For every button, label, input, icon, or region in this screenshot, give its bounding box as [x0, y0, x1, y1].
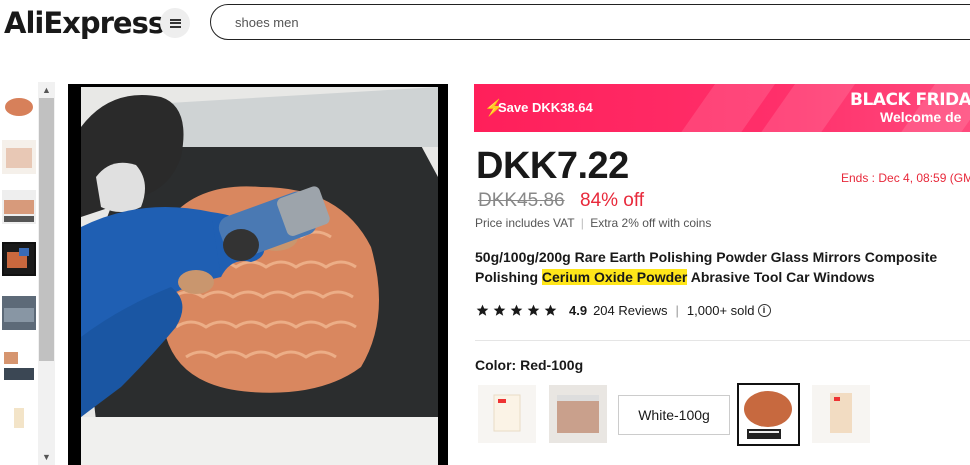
title-highlight: Cerium Oxide Powder	[541, 269, 688, 285]
welcome-deal-label: Welcome de	[880, 109, 962, 125]
promo-banner[interactable]: ⚡ Save DKK38.64 BLACK FRIDA Welcome de	[474, 84, 970, 132]
star-icon	[527, 304, 540, 316]
star-rating	[476, 304, 561, 317]
sku-option-red-100g-selected[interactable]	[737, 383, 800, 446]
star-icon	[510, 304, 523, 316]
title-text-end: Abrasive Tool Car Windows	[687, 269, 875, 285]
divider	[475, 340, 970, 341]
thumbnail-5[interactable]	[2, 296, 36, 330]
scroll-up-icon[interactable]: ▲	[38, 82, 55, 98]
discount-percent: 84% off	[580, 190, 645, 211]
thumbnail-7[interactable]	[2, 402, 36, 436]
header: AliExpress	[0, 0, 970, 48]
product-photo	[81, 87, 438, 465]
star-icon	[544, 304, 557, 316]
menu-button[interactable]	[160, 8, 190, 38]
vat-note: Price includes VAT | Extra 2% off with c…	[475, 216, 712, 230]
scroll-down-icon[interactable]: ▼	[38, 449, 55, 465]
sku-option-powder-bag[interactable]	[549, 385, 607, 443]
coins-text: Extra 2% off with coins	[590, 216, 712, 230]
rating-row: 4.9 204 Reviews | 1,000+ sold i	[476, 303, 771, 318]
product-title: 50g/100g/200g Rare Earth Polishing Powde…	[475, 247, 970, 287]
color-label: Color: Red-100g	[475, 357, 584, 373]
search-input[interactable]	[210, 4, 970, 40]
scroll-thumb[interactable]	[39, 98, 54, 361]
rating-score: 4.9	[569, 303, 588, 318]
thumbnail-scrollbar[interactable]: ▲ ▼	[38, 82, 55, 465]
aliexpress-logo[interactable]: AliExpress	[4, 6, 165, 40]
thumbnail-2[interactable]	[2, 140, 36, 174]
black-friday-label: BLACK FRIDA	[850, 90, 970, 110]
thumbnail-list: ▲ ▼	[0, 82, 55, 465]
star-icon	[476, 304, 489, 316]
star-icon	[493, 304, 506, 316]
sold-count: 1,000+ sold	[686, 303, 755, 318]
sku-option-white-50g[interactable]	[478, 385, 536, 443]
thumbnail-1[interactable]	[2, 88, 36, 122]
info-icon[interactable]: i	[757, 304, 771, 317]
thumbnail-6[interactable]	[2, 348, 36, 382]
reviews-link[interactable]: 204 Reviews	[593, 303, 667, 318]
sku-option-white-100g[interactable]: White-100g	[618, 395, 730, 435]
sku-option-white-200g[interactable]	[812, 385, 870, 443]
current-price: DKK7.22	[476, 145, 629, 187]
vat-text: Price includes VAT	[475, 216, 575, 230]
main-product-image[interactable]	[68, 84, 448, 465]
hamburger-icon	[169, 18, 181, 28]
original-price: DKK45.86	[478, 190, 565, 211]
thumbnail-4-selected[interactable]	[2, 242, 36, 276]
deal-end-time: Ends : Dec 4, 08:59 (GM	[841, 171, 970, 185]
save-amount: Save DKK38.64	[498, 100, 593, 115]
thumbnail-3[interactable]	[2, 190, 36, 224]
